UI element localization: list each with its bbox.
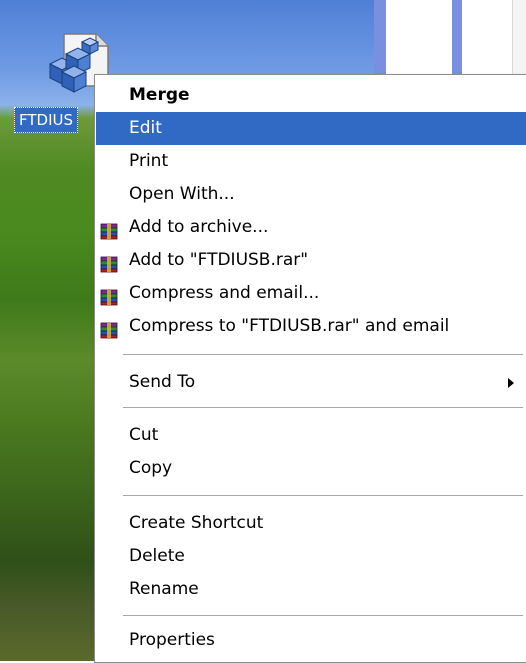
menu-item-properties[interactable]: Properties xyxy=(96,624,526,657)
menu-item-add-to-archive[interactable]: Add to archive... xyxy=(96,211,526,244)
menu-item-delete[interactable]: Delete xyxy=(96,540,526,573)
menu-item-add-to-rar[interactable]: Add to "FTDIUSB.rar" xyxy=(96,244,526,277)
menu-item-label: Cut xyxy=(129,425,159,445)
menu-item-send-to[interactable]: Send To xyxy=(96,366,526,399)
desktop-icon-label[interactable]: FTDIUS xyxy=(14,107,79,133)
menu-item-label: Open With... xyxy=(129,184,235,204)
menu-item-print[interactable]: Print xyxy=(96,145,526,178)
menu-item-create-shortcut[interactable]: Create Shortcut xyxy=(96,507,526,540)
submenu-arrow-icon xyxy=(508,378,514,388)
menu-separator xyxy=(123,495,523,496)
menu-item-label: Rename xyxy=(129,579,199,599)
winrar-icon xyxy=(100,252,118,273)
menu-item-label: Send To xyxy=(129,372,196,392)
menu-item-label: Copy xyxy=(129,458,173,478)
menu-separator xyxy=(123,615,523,616)
context-menu: Merge Edit Print Open With... Add to arc… xyxy=(94,74,526,663)
menu-item-label: Properties xyxy=(129,630,215,650)
menu-item-label: Compress and email... xyxy=(129,283,320,303)
menu-item-label: Compress to "FTDIUSB.rar" and email xyxy=(129,316,450,336)
menu-item-rename[interactable]: Rename xyxy=(96,573,526,606)
menu-item-cut[interactable]: Cut xyxy=(96,419,526,452)
menu-item-label: Merge xyxy=(129,85,190,105)
menu-item-label: Delete xyxy=(129,546,185,566)
menu-item-edit[interactable]: Edit xyxy=(96,112,526,145)
menu-item-label: Create Shortcut xyxy=(129,513,264,533)
menu-item-label: Add to "FTDIUSB.rar" xyxy=(129,250,309,270)
winrar-icon xyxy=(100,318,118,339)
menu-item-compress-to-rar-and-email[interactable]: Compress to "FTDIUSB.rar" and email xyxy=(96,310,526,343)
menu-item-copy[interactable]: Copy xyxy=(96,452,526,485)
menu-item-label: Edit xyxy=(129,118,162,138)
menu-item-label: Print xyxy=(129,151,169,171)
menu-item-label: Add to archive... xyxy=(129,217,269,237)
menu-item-merge[interactable]: Merge xyxy=(96,79,526,112)
winrar-icon xyxy=(100,285,118,306)
menu-item-open-with[interactable]: Open With... xyxy=(96,178,526,211)
menu-separator xyxy=(123,407,523,408)
winrar-icon xyxy=(100,219,118,240)
menu-item-compress-and-email[interactable]: Compress and email... xyxy=(96,277,526,310)
menu-separator xyxy=(123,354,523,355)
